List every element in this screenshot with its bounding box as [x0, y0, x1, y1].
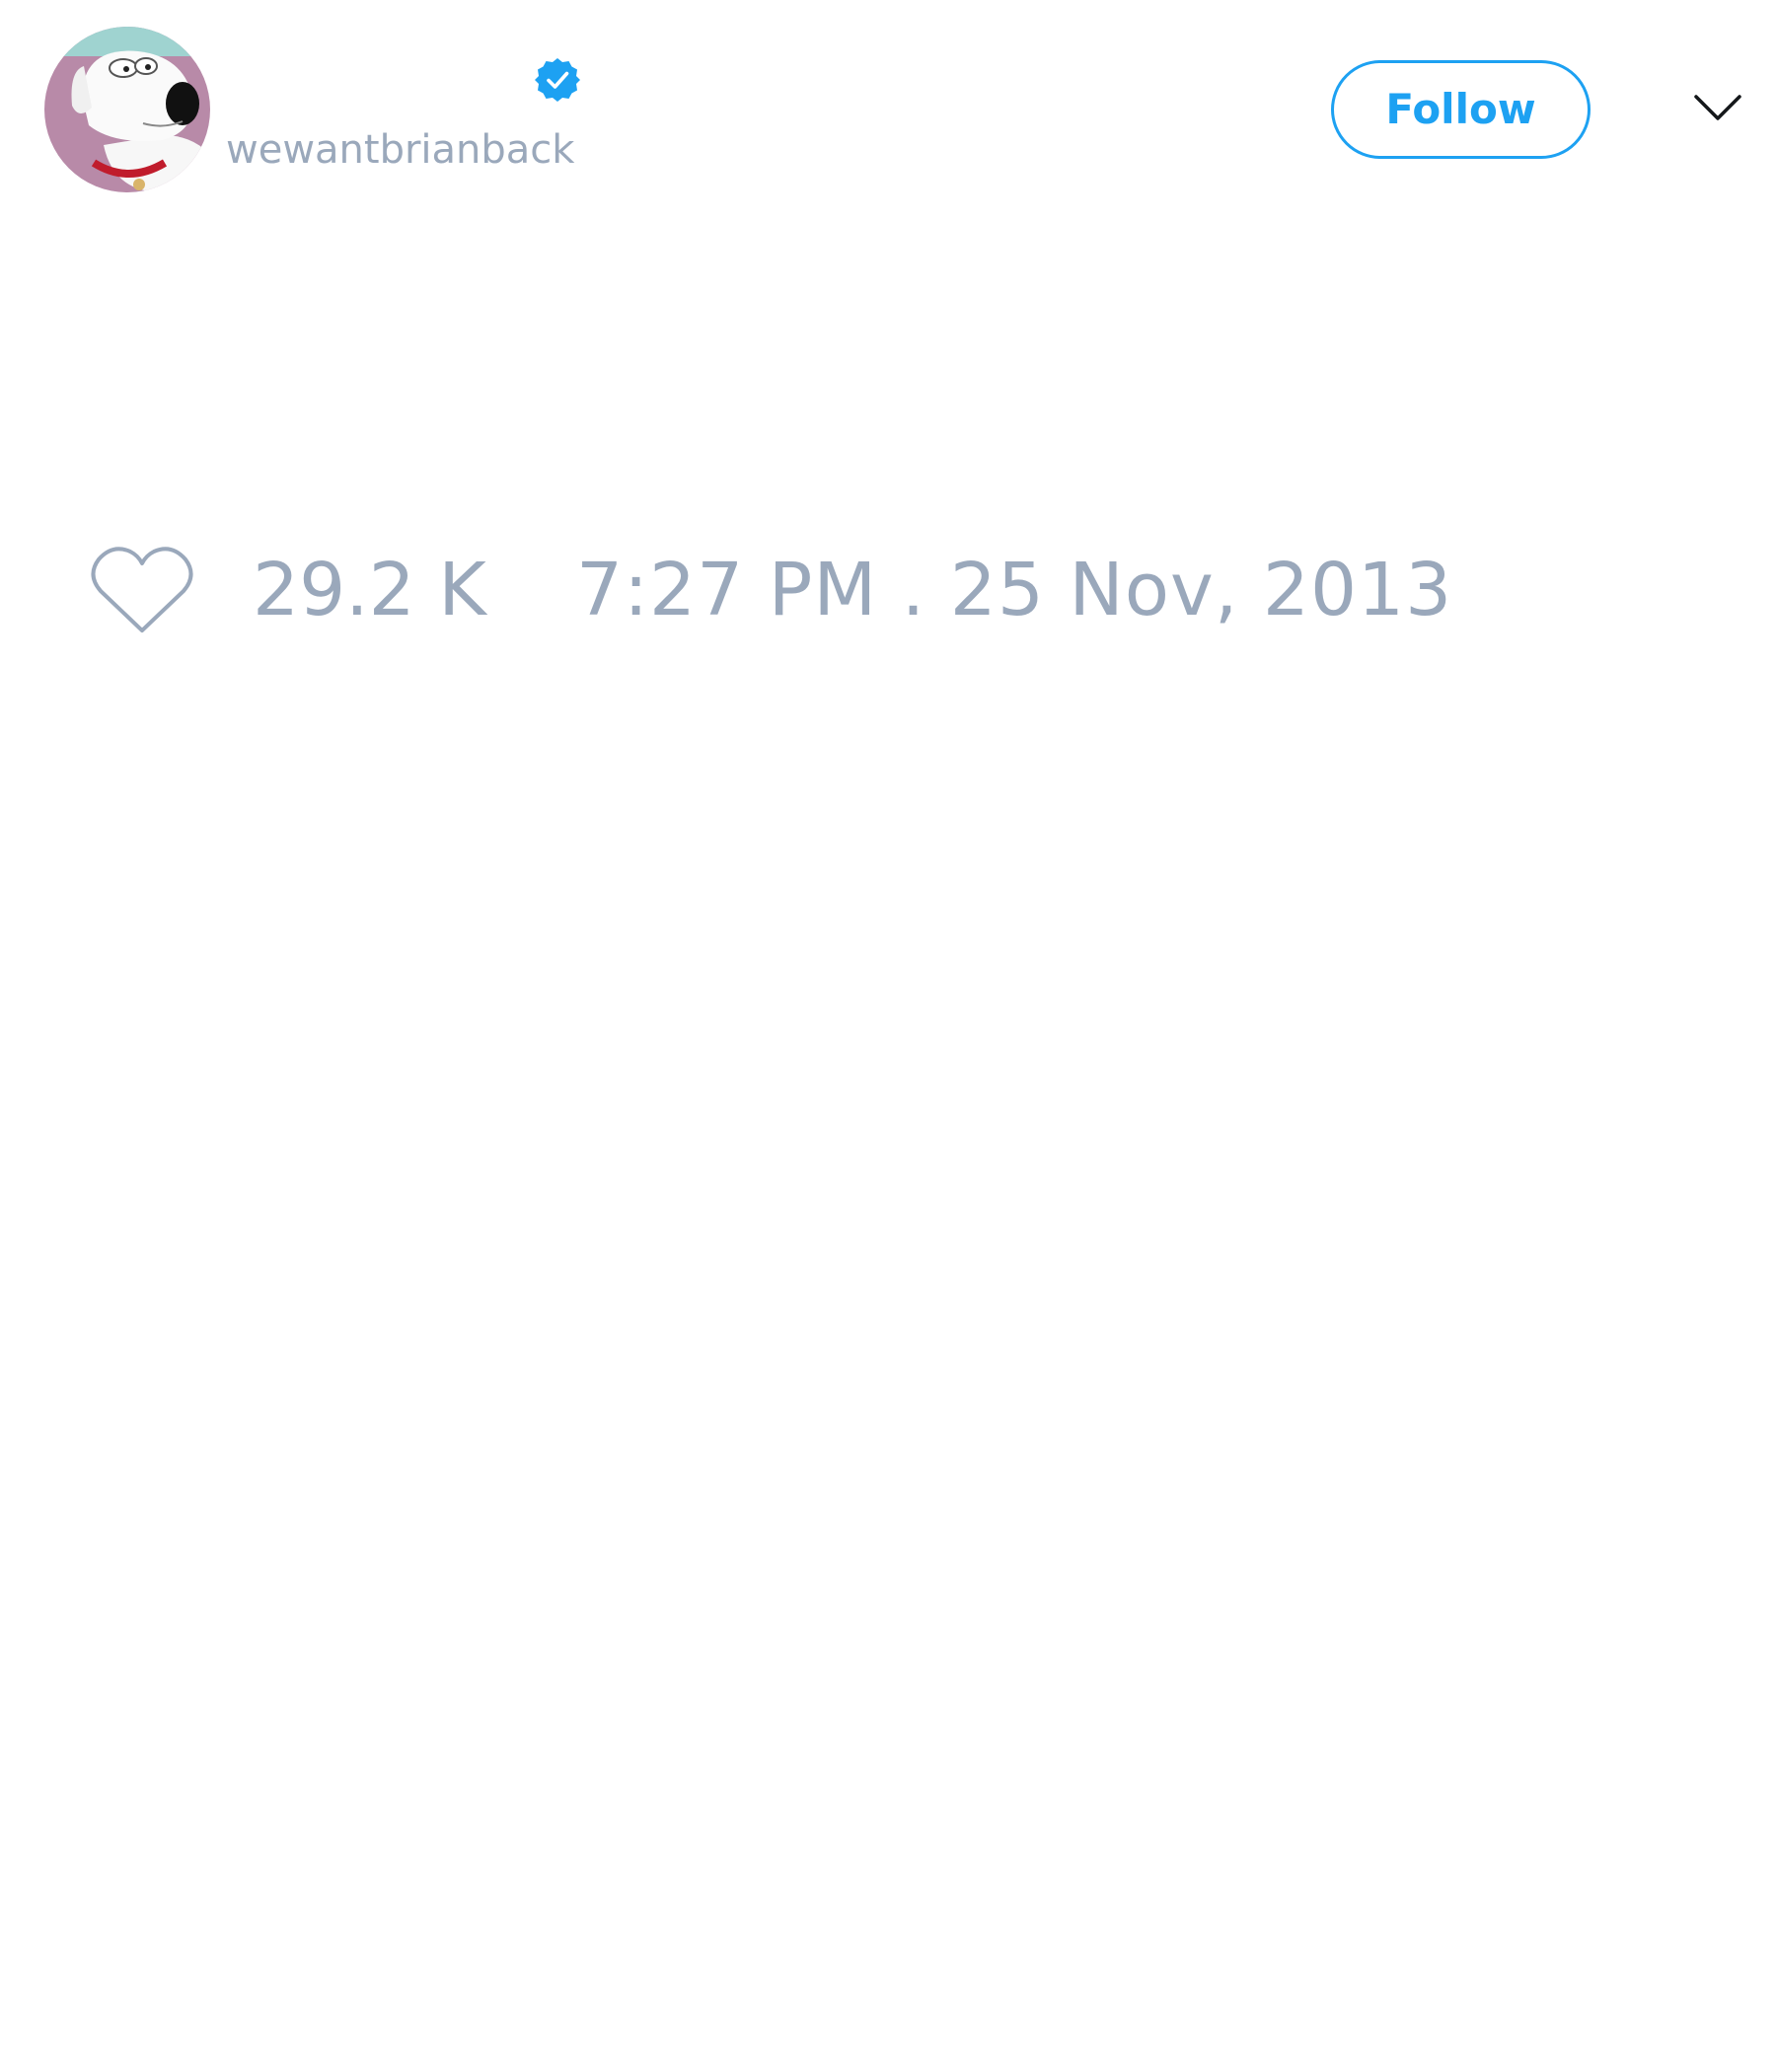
username[interactable]: wewantbrianback — [226, 126, 574, 174]
avatar[interactable] — [44, 27, 210, 192]
tweet-timestamp[interactable]: 7:27 PM . 25 Nov, 2013 — [576, 549, 1452, 631]
follow-button[interactable]: Follow — [1331, 60, 1591, 159]
like-count: 29.2 K — [253, 548, 486, 632]
tweet-card: wewantbrianback Follow 29.2 K 7:27 PM . … — [0, 0, 1776, 2072]
chevron-down-icon[interactable] — [1692, 89, 1743, 128]
heart-outline-icon[interactable] — [89, 542, 195, 636]
verified-badge-icon — [534, 56, 581, 104]
brian-griffin-avatar-icon — [44, 27, 210, 192]
